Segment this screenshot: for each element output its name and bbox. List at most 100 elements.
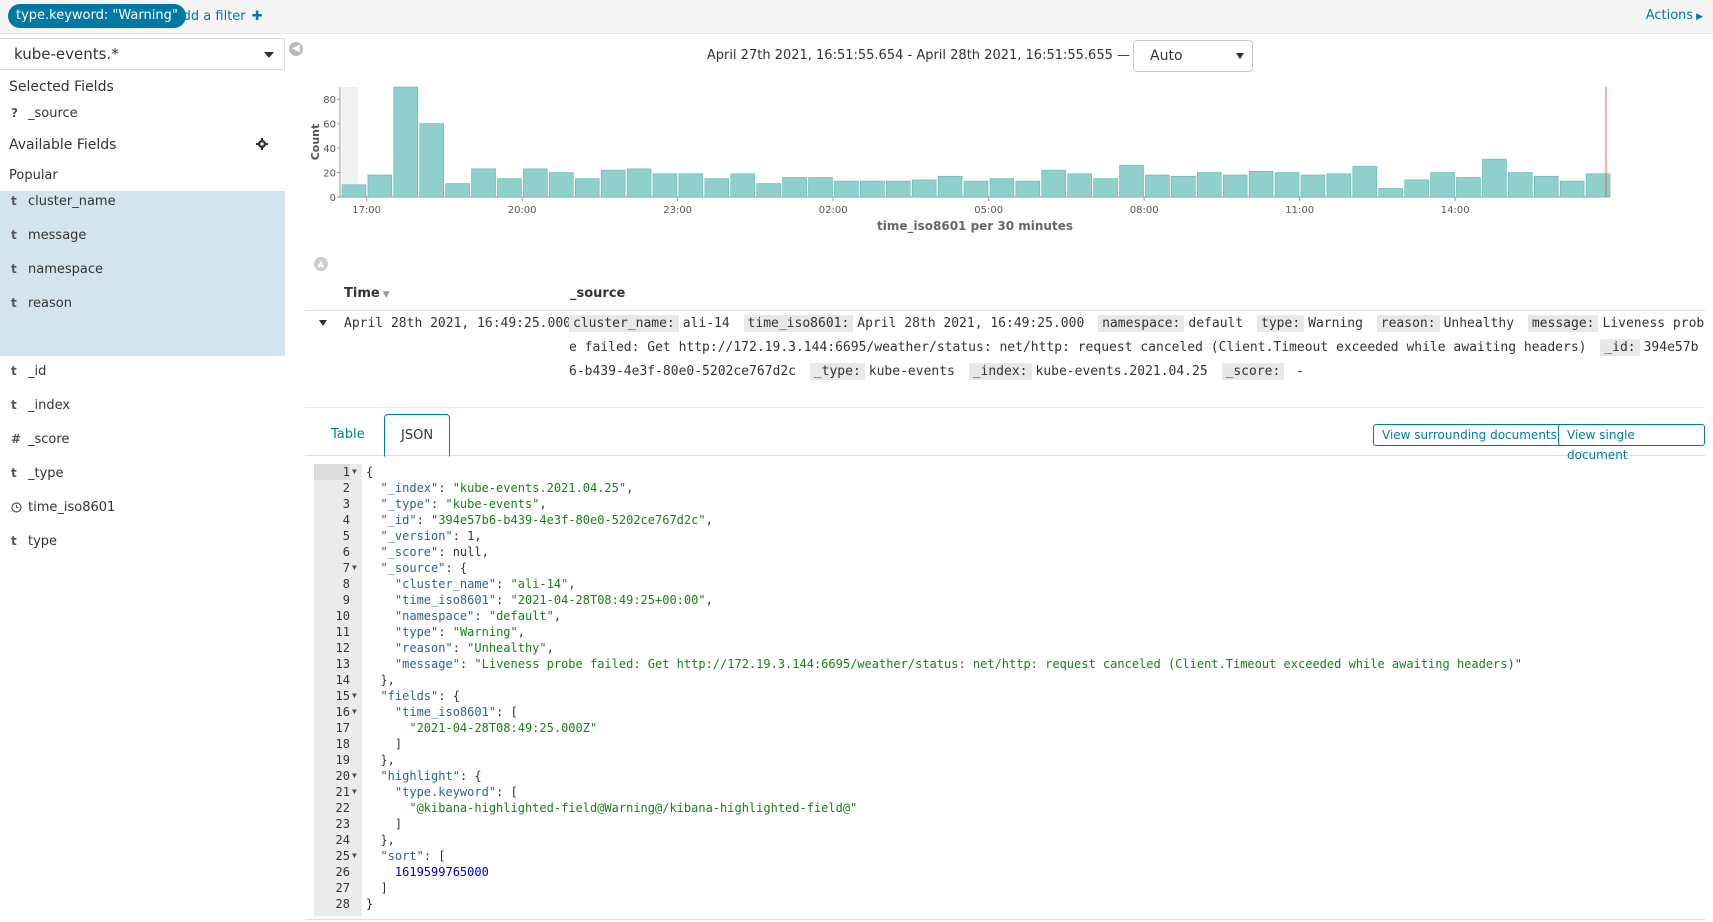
histogram-bar <box>1015 180 1041 198</box>
histogram-bar <box>1559 180 1585 198</box>
doc-detail-tabs: Table JSON View surrounding documents Vi… <box>305 414 1705 462</box>
histogram-bar <box>1430 172 1455 198</box>
code-line: 7 ▼ "_source": { <box>314 560 1700 576</box>
filter-pill[interactable]: type.keyword: "Warning" <box>8 4 186 28</box>
field-item-score[interactable]: # _score <box>0 423 285 457</box>
source-key: time_iso8601: <box>743 315 854 332</box>
code-text: "sort": [ <box>380 849 446 863</box>
source-value: ali-14 <box>682 316 730 331</box>
field-item-source[interactable]: ? _source <box>0 97 285 131</box>
view-surrounding-documents-button[interactable]: View surrounding documents <box>1373 424 1566 446</box>
histogram-chart: 0 20 40 60 80 Count 17:00 20:00 23:00 02:00 05:00 0… <box>310 86 1611 234</box>
histogram-bar <box>393 86 419 198</box>
code-text: "time_iso8601": [ <box>394 705 518 719</box>
code-line: 26 1619599765000 <box>314 864 1700 880</box>
code-text: }, <box>366 673 395 687</box>
y-tick-label: 60 <box>323 120 336 131</box>
collapse-chart-button[interactable]: ▲ <box>314 257 328 271</box>
source-value: Warning <box>1308 316 1363 331</box>
field-name: _score <box>28 432 70 447</box>
line-number: 12 <box>335 641 350 655</box>
tab-table[interactable]: Table <box>315 414 381 456</box>
index-pattern-label: kube-events.* <box>14 45 119 63</box>
fold-icon[interactable]: ▼ <box>352 688 357 704</box>
source-value: Unhealthy <box>1443 316 1515 331</box>
code-text: 1619599765000 <box>394 865 489 879</box>
histogram-bar <box>471 168 496 198</box>
field-item-namespace[interactable]: t namespace <box>0 253 285 287</box>
code-line: 4 "_id": "394e57b6-b439-4e3f-80e0-5202ce… <box>314 512 1700 528</box>
x-tick-label: 11:00 <box>1285 205 1314 216</box>
add-filter-link[interactable]: Add a filter ✚ <box>174 9 263 24</box>
histogram-bar <box>1197 172 1222 198</box>
table-row[interactable]: April 28th 2021, 16:49:25.000 cluster_na… <box>305 312 1705 408</box>
histogram-bar <box>963 180 989 198</box>
field-type-icon: t <box>11 262 17 276</box>
field-item-index[interactable]: t _index <box>0 389 285 423</box>
code-line: 9 "time_iso8601": "2021-04-28T08:49:25+0… <box>314 592 1700 608</box>
line-number: 8 <box>342 577 350 591</box>
y-tick-label: 20 <box>323 169 336 180</box>
fold-icon[interactable]: ▼ <box>352 704 357 720</box>
code-text: "_id": "394e57b6-b439-4e3f-80e0-5202ce76… <box>380 513 713 527</box>
code-line: 22 "@kibana-highlighted-field@Warning@/k… <box>314 800 1700 816</box>
available-fields-title: Available Fields <box>9 137 117 153</box>
collapse-sidebar-button[interactable]: ◀ <box>289 42 303 56</box>
tab-json[interactable]: JSON <box>384 414 451 457</box>
line-number: 10 <box>335 609 350 623</box>
line-number: 21 <box>335 785 350 799</box>
histogram-bar <box>626 168 652 198</box>
line-number: 26 <box>335 865 350 879</box>
column-header-time[interactable]: Time ▼ <box>344 286 390 301</box>
histogram-bar <box>885 180 911 198</box>
line-number: 15 <box>335 689 350 703</box>
field-item-id[interactable]: t _id <box>0 355 285 389</box>
code-line: 15 ▼ "fields": { <box>314 688 1700 704</box>
chevron-down-icon <box>264 52 274 58</box>
histogram-bar <box>367 174 393 198</box>
sidebar: kube-events.* Selected Fields ? _source … <box>0 34 285 922</box>
field-item-type[interactable]: t type <box>0 525 285 559</box>
fold-icon[interactable]: ▼ <box>352 560 357 576</box>
histogram-bar <box>1171 175 1196 198</box>
code-text: ] <box>366 817 403 831</box>
index-pattern-select[interactable]: kube-events.* <box>0 38 285 70</box>
histogram-bar <box>574 178 600 198</box>
line-number: 2 <box>342 481 350 495</box>
y-tick-label: 0 <box>330 193 336 204</box>
field-item-message[interactable]: t message <box>0 219 285 253</box>
line-number: 1 <box>314 464 350 480</box>
gear-icon[interactable] <box>256 138 268 150</box>
code-text: }, <box>366 833 395 847</box>
line-number: 6 <box>342 545 350 559</box>
add-filter-label: Add a filter <box>174 9 246 24</box>
histogram-bar <box>419 123 444 198</box>
field-item-type[interactable]: t _type <box>0 457 285 491</box>
fold-icon[interactable]: ▼ <box>352 768 357 784</box>
code-line: 24 }, <box>314 832 1700 848</box>
fold-icon[interactable]: ▼ <box>352 848 357 864</box>
code-line: 18 ] <box>314 736 1700 752</box>
x-tick-label: 17:00 <box>352 205 381 216</box>
expand-row-icon[interactable] <box>319 320 327 326</box>
divider <box>305 919 1705 920</box>
histogram-bar <box>1352 166 1378 198</box>
field-item-cluster-name[interactable]: t cluster_name <box>0 185 285 219</box>
code-text: "_type": "kube-events", <box>380 497 547 511</box>
field-item-time-iso8601[interactable]: time_iso8601 <box>0 491 285 525</box>
histogram-bar <box>341 184 367 198</box>
line-number: 17 <box>335 721 350 735</box>
actions-link[interactable]: Actions ▶ <box>1646 8 1703 23</box>
histogram-bar <box>1067 173 1092 198</box>
source-key: message: <box>1527 315 1599 332</box>
view-single-document-button[interactable]: View single document <box>1558 424 1705 462</box>
code-text: "_version": 1, <box>380 529 482 543</box>
interval-select[interactable]: Auto <box>1133 40 1253 72</box>
fold-icon[interactable]: ▼ <box>352 784 357 800</box>
field-item-reason[interactable]: t reason <box>0 287 285 321</box>
code-text: "time_iso8601": "2021-04-28T08:49:25+00:… <box>394 593 713 607</box>
field-name: type <box>28 534 58 549</box>
line-number: 27 <box>335 881 350 895</box>
fold-icon[interactable]: ▼ <box>352 464 357 480</box>
sort-icon[interactable]: ▼ <box>383 290 390 300</box>
